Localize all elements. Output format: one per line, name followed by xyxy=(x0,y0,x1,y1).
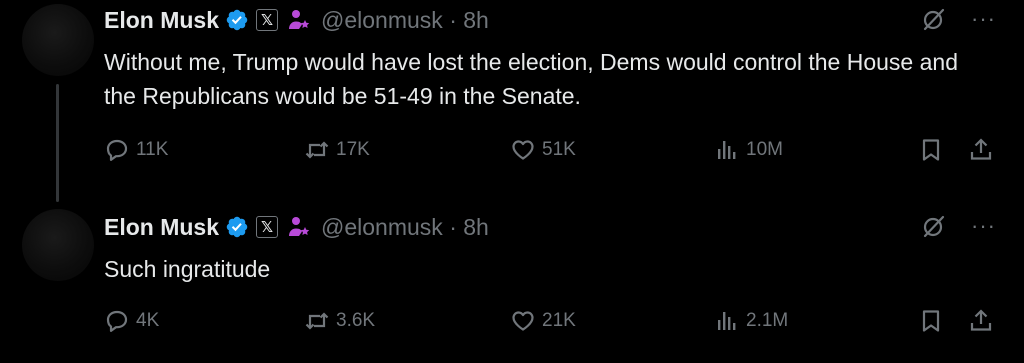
tweet-top-actions: ··· xyxy=(921,6,996,32)
like-count: 51K xyxy=(542,139,576,160)
separator-dot: · xyxy=(449,213,457,240)
grok-icon[interactable] xyxy=(921,6,947,32)
bookmark-icon xyxy=(922,310,940,332)
like-button[interactable]: 51K xyxy=(510,137,576,163)
handle-text: @elonmusk xyxy=(321,6,443,33)
author-handle[interactable]: @elonmusk · 8h xyxy=(321,214,489,241)
view-count: 2.1M xyxy=(746,310,789,331)
heart-icon xyxy=(512,140,534,160)
retweet-icon xyxy=(305,141,329,159)
author-name[interactable]: Elon Musk xyxy=(104,7,219,34)
verified-check-icon xyxy=(225,215,249,239)
like-count: 21K xyxy=(542,310,576,331)
views-icon xyxy=(718,312,736,330)
tweet-actions: 4K 3.6K 21K 2.1M xyxy=(104,308,996,338)
reply-count: 4K xyxy=(136,310,160,331)
share-icon xyxy=(970,309,992,331)
tweet-header: Elon Musk 𝕏 @elonmusk · 8h xyxy=(104,211,489,243)
x-badge-icon[interactable]: 𝕏 xyxy=(256,9,279,31)
tweet-actions: 11K 17K 51K 10M xyxy=(104,137,996,167)
more-icon[interactable]: ··· xyxy=(971,215,996,237)
share-button[interactable] xyxy=(968,137,994,163)
reply-button[interactable]: 11K xyxy=(104,137,168,163)
tweet-header: Elon Musk 𝕏 @elonmusk · 8h xyxy=(104,4,489,36)
tweet-text: Such ingratitude xyxy=(104,256,271,282)
handle-text: @elonmusk xyxy=(321,213,443,240)
reply-icon xyxy=(106,310,128,332)
thread-line xyxy=(56,84,59,202)
verified-check-icon xyxy=(225,8,249,32)
view-count: 10M xyxy=(746,139,783,160)
retweet-count: 3.6K xyxy=(336,310,376,331)
bookmark-button[interactable] xyxy=(918,137,944,163)
retweet-icon xyxy=(305,312,329,330)
retweet-count: 17K xyxy=(336,139,370,160)
tweet[interactable]: Elon Musk 𝕏 @elonmusk · 8h xyxy=(0,0,1024,205)
share-button[interactable] xyxy=(968,308,994,334)
retweet-button[interactable]: 17K xyxy=(304,137,370,163)
reply-count: 11K xyxy=(136,139,169,160)
grok-icon[interactable] xyxy=(921,213,947,239)
x-badge-icon[interactable]: 𝕏 xyxy=(256,216,279,238)
views-icon xyxy=(718,141,736,159)
timestamp[interactable]: 8h xyxy=(463,7,489,33)
separator-dot: · xyxy=(449,6,457,33)
avatar[interactable] xyxy=(22,4,94,76)
heart-icon xyxy=(512,311,534,331)
reply-icon xyxy=(106,139,128,161)
timestamp[interactable]: 8h xyxy=(463,214,489,240)
author-name[interactable]: Elon Musk xyxy=(104,214,219,241)
avatar[interactable] xyxy=(22,209,94,281)
tweet[interactable]: Elon Musk 𝕏 @elonmusk · 8h xyxy=(0,205,1024,363)
more-icon[interactable]: ··· xyxy=(971,8,996,30)
retweet-button[interactable]: 3.6K xyxy=(304,308,375,334)
tweet-top-actions: ··· xyxy=(921,213,996,239)
views-button[interactable]: 10M xyxy=(714,137,783,163)
affiliation-icon[interactable] xyxy=(287,215,311,239)
views-button[interactable]: 2.1M xyxy=(714,308,788,334)
like-button[interactable]: 21K xyxy=(510,308,576,334)
affiliation-icon[interactable] xyxy=(287,8,311,32)
share-icon xyxy=(970,138,992,160)
bookmark-button[interactable] xyxy=(918,308,944,334)
reply-button[interactable]: 4K xyxy=(104,308,159,334)
bookmark-icon xyxy=(922,139,940,161)
tweet-text: Without me, Trump would have lost the el… xyxy=(104,49,958,109)
author-handle[interactable]: @elonmusk · 8h xyxy=(321,7,489,34)
